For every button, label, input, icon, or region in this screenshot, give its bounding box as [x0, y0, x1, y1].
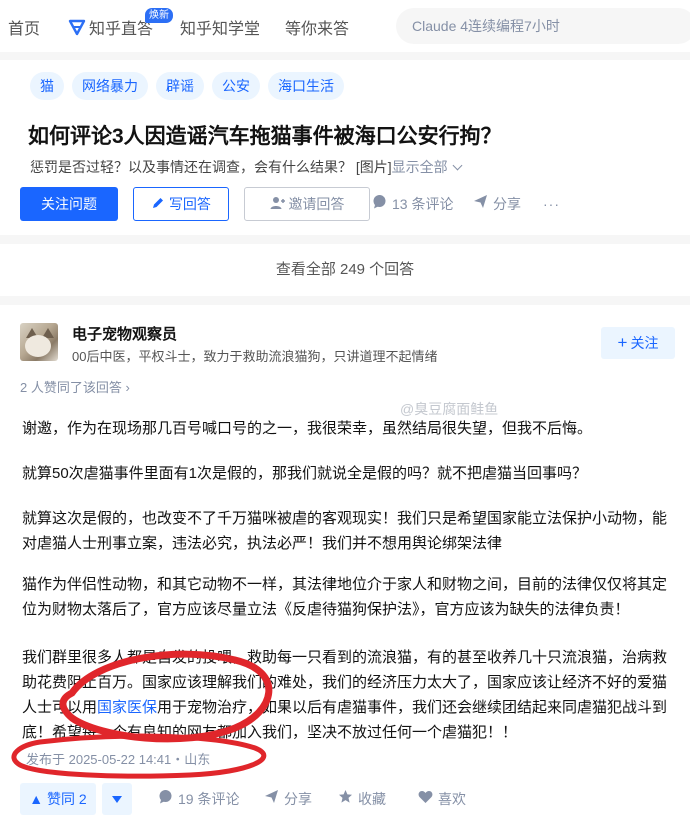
- nav-zhida-label: 知乎直答: [89, 21, 154, 38]
- published-time[interactable]: 发布于 2025-05-22 14:41・山东: [26, 749, 210, 768]
- write-answer-button[interactable]: 写回答: [133, 187, 229, 221]
- topic-tag[interactable]: 猫: [30, 72, 64, 100]
- question-description-text: 惩罚是否过轻？以及事情还在调查，会有什么结果？ [图片]: [30, 159, 392, 175]
- invite-answer-button[interactable]: 邀请回答: [244, 187, 370, 221]
- zhida-logo-icon: [68, 19, 86, 36]
- topic-tag[interactable]: 公安: [212, 72, 260, 100]
- comment-icon: [158, 783, 173, 815]
- add-user-icon: [270, 189, 285, 221]
- nav-home[interactable]: 首页: [8, 15, 40, 39]
- follow-question-button[interactable]: 关注问题: [20, 187, 118, 221]
- answer-comments-label: 19 条评论: [178, 791, 240, 807]
- new-badge: 焕新: [145, 8, 173, 23]
- write-answer-label: 写回答: [168, 196, 211, 212]
- answer-share-label: 分享: [284, 791, 312, 807]
- search-input[interactable]: Claude 4连续编程7小时: [396, 8, 690, 44]
- chevron-right-icon: ›: [125, 380, 130, 395]
- follow-author-label: 关注: [630, 335, 659, 351]
- answer-paragraph: 谢邀，作为在现场那几百号喊口号的之一，我很荣幸，虽然结局很失望，但我不后悔。: [22, 420, 593, 437]
- topic-tag[interactable]: 海口生活: [268, 72, 344, 100]
- chevron-down-icon[interactable]: [452, 160, 463, 171]
- question-share-label: 分享: [493, 196, 521, 212]
- answer-paragraph: 就算这次是假的，也改变不了千万猫咪被虐的客观现实！我们只是希望国家能立法保护小动…: [22, 510, 668, 552]
- star-icon: [338, 783, 353, 815]
- follow-author-button[interactable]: + 关注: [601, 327, 675, 359]
- upvote-button[interactable]: ▲ 赞同 2: [20, 783, 96, 815]
- top-nav: 首页 知乎直答 焕新 知乎知学堂 等你来答 Claude 4连续编程7小时: [0, 0, 690, 52]
- question-share-button[interactable]: 分享: [473, 187, 521, 221]
- show-all-link[interactable]: 显示全部: [392, 159, 448, 175]
- share-icon: [473, 187, 488, 221]
- invite-answer-label: 邀请回答: [288, 196, 345, 212]
- plus-icon: +: [617, 333, 628, 352]
- nav-zhida[interactable]: 知乎直答: [68, 15, 153, 39]
- downvote-button[interactable]: [102, 783, 132, 815]
- favorite-label: 收藏: [358, 791, 386, 807]
- topic-tags: 猫 网络暴力 辟谣 公安 海口生活: [30, 72, 344, 100]
- question-comments-label: 13 条评论: [392, 196, 454, 212]
- view-all-answers[interactable]: 查看全部 249 个回答: [0, 244, 690, 296]
- like-label: 喜欢: [438, 791, 466, 807]
- avatar[interactable]: [20, 323, 58, 361]
- favorite-button[interactable]: 收藏: [338, 783, 386, 815]
- author-headline: 00后中医，平权斗士，致力于救助流浪猫狗，只讲道理不起情绪: [72, 349, 438, 364]
- author-name[interactable]: 电子宠物观察员: [72, 323, 177, 344]
- medical-insurance-link[interactable]: 国家医保: [97, 699, 157, 716]
- comment-icon: [372, 187, 387, 221]
- question-card: 猫 网络暴力 辟谣 公安 海口生活 如何评论3人因造谣汽车拖猫事件被海口公安行拘…: [0, 60, 690, 235]
- voters-link[interactable]: 2 人赞同了该回答 ›: [20, 377, 130, 396]
- more-options-button[interactable]: ···: [543, 187, 560, 221]
- answer-share-button[interactable]: 分享: [264, 783, 312, 815]
- topic-tag[interactable]: 网络暴力: [72, 72, 148, 100]
- answer-paragraph: 猫作为伴侣性动物，和其它动物不一样，其法律地位介于家人和财物之间，目前的法律仅仅…: [22, 576, 668, 618]
- heart-icon: [418, 783, 433, 815]
- nav-learn[interactable]: 知乎知学堂: [180, 15, 260, 39]
- pencil-icon: [151, 189, 165, 221]
- topic-tag[interactable]: 辟谣: [156, 72, 204, 100]
- like-button[interactable]: 喜欢: [418, 783, 466, 815]
- question-description: 惩罚是否过轻？以及事情还在调查，会有什么结果？ [图片]显示全部: [30, 157, 463, 177]
- question-comments-button[interactable]: 13 条评论: [372, 187, 453, 221]
- nav-wait-answer[interactable]: 等你来答: [285, 15, 349, 39]
- voters-label: 2 人赞同了该回答: [20, 380, 122, 395]
- answer-paragraph: 我们群里很多人都是自发的投喂，救助每一只看到的流浪猫，有的甚至收养几十只流浪猫，…: [22, 645, 672, 745]
- answer-card: 电子宠物观察员 00后中医，平权斗士，致力于救助流浪猫狗，只讲道理不起情绪 + 关…: [0, 305, 690, 826]
- avatar-cat-face: [25, 335, 51, 357]
- answer-comments-button[interactable]: 19 条评论: [158, 783, 239, 815]
- question-title[interactable]: 如何评论3人因造谣汽车拖猫事件被海口公安行拘？: [28, 120, 502, 150]
- answer-paragraph: 就算50次虐猫事件里面有1次是假的，那我们就说全是假的吗？就不把虐猫当回事吗？: [22, 465, 588, 482]
- share-icon: [264, 783, 279, 815]
